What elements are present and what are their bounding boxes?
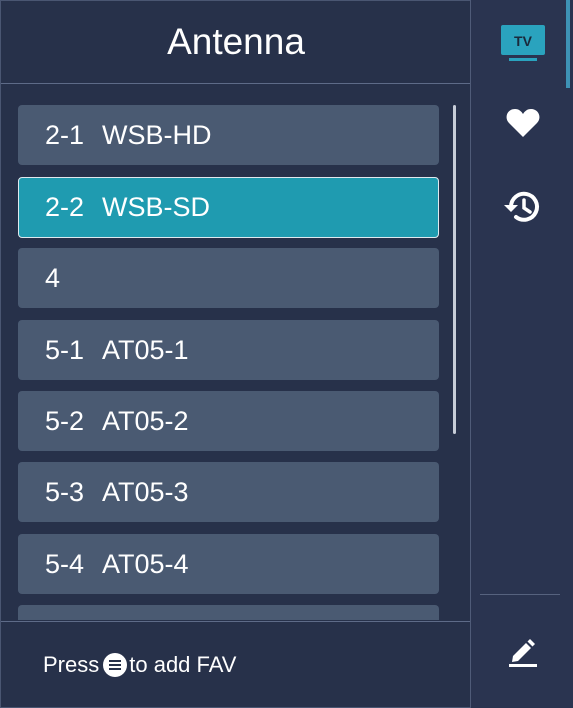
action-label: to add FAV bbox=[129, 652, 237, 677]
channel-item[interactable]: 4 bbox=[18, 248, 439, 308]
channel-number: 5-2 bbox=[45, 405, 85, 436]
channel-item-selected[interactable]: 2-2 WSB-SD bbox=[18, 177, 439, 238]
channel-name: WSB-HD bbox=[102, 119, 212, 150]
channel-number: 2-2 bbox=[45, 192, 85, 222]
channel-item[interactable]: 5-1 AT05-1 bbox=[18, 320, 439, 380]
sidebar-scroll-indicator bbox=[566, 0, 570, 88]
scrollbar[interactable] bbox=[453, 105, 456, 434]
sidebar-item-tv[interactable]: TV bbox=[471, 20, 573, 68]
channel-list-screen: Antenna 2-1 WSB-HD 2-2 WSB-SD 4 5-1 AT05… bbox=[0, 0, 573, 708]
channel-item[interactable]: 5-4 AT05-4 bbox=[18, 534, 439, 594]
sidebar-item-favorites[interactable] bbox=[471, 102, 573, 144]
channel-number: 5-4 bbox=[45, 548, 85, 579]
channel-item[interactable]: 5-3 AT05-3 bbox=[18, 462, 439, 522]
channel-name: AT05-1 bbox=[102, 334, 189, 365]
sidebar-item-history[interactable] bbox=[471, 186, 573, 228]
channel-item[interactable]: 2-1 WSB-HD bbox=[18, 105, 439, 165]
channel-name: AT05-2 bbox=[102, 405, 189, 436]
footer-hint: Press to add FAV bbox=[1, 621, 471, 708]
page-title: Antenna bbox=[1, 0, 471, 84]
edit-icon bbox=[508, 639, 537, 667]
channel-number: 5-3 bbox=[45, 476, 85, 507]
sidebar-item-edit[interactable] bbox=[471, 632, 573, 670]
channel-name: AT05-4 bbox=[102, 548, 189, 579]
channel-item[interactable]: 5-2 AT05-2 bbox=[18, 391, 439, 451]
heart-icon bbox=[506, 109, 539, 137]
channel-name: AT05-3 bbox=[102, 476, 189, 507]
channel-number: 4 bbox=[45, 262, 61, 293]
menu-button-icon bbox=[103, 653, 128, 677]
channel-name: WSB-SD bbox=[102, 192, 211, 222]
press-label: Press bbox=[43, 652, 100, 677]
history-icon bbox=[503, 191, 539, 222]
tv-icon: TV bbox=[500, 25, 545, 61]
channel-number: 5-1 bbox=[45, 334, 85, 365]
channel-list[interactable]: 2-1 WSB-HD 2-2 WSB-SD 4 5-1 AT05-1 5-2 A… bbox=[1, 85, 471, 620]
sidebar: TV bbox=[470, 0, 573, 708]
channel-list-panel: Antenna 2-1 WSB-HD 2-2 WSB-SD 4 5-1 AT05… bbox=[0, 0, 471, 708]
channel-item-partial[interactable] bbox=[18, 605, 439, 620]
sidebar-divider bbox=[480, 594, 560, 595]
tv-icon-label: TV bbox=[514, 33, 533, 49]
channel-number: 2-1 bbox=[45, 119, 85, 150]
